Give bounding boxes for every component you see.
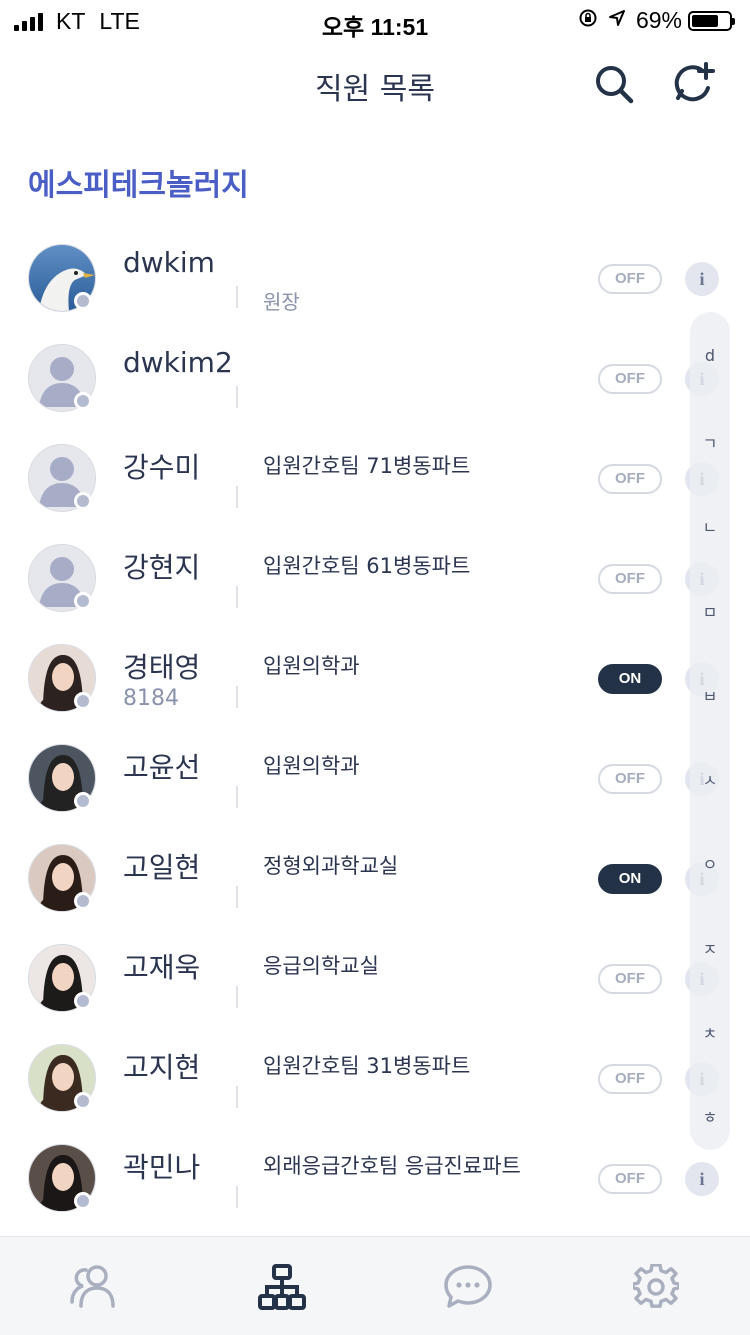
divider <box>236 686 238 708</box>
index-letter[interactable]: ㅂ <box>690 683 730 707</box>
employee-department: 입원간호팀 61병동파트 <box>263 554 471 578</box>
status-right: 69% <box>578 7 735 34</box>
status-toggle[interactable]: OFF <box>598 1064 662 1094</box>
employee-name: 고지현 <box>123 1051 201 1084</box>
tab-organization[interactable] <box>254 1259 310 1315</box>
employee-row[interactable]: 경태영8184입원의학과ONi <box>0 628 750 728</box>
index-letter[interactable]: ㄱ <box>690 430 730 454</box>
employee-name: 고윤선 <box>123 751 201 784</box>
divider <box>236 586 238 608</box>
divider <box>236 786 238 808</box>
add-chat-icon <box>674 62 715 102</box>
index-letter[interactable]: ㄴ <box>690 514 730 538</box>
people-icon <box>70 1265 115 1308</box>
employee-row[interactable]: 고지현입원간호팀 31병동파트OFFi <box>0 1028 750 1128</box>
presence-dot <box>74 592 92 610</box>
employee-row[interactable]: 고일현정형외과학교실ONi <box>0 828 750 928</box>
search-button[interactable] <box>592 62 636 106</box>
employee-name: dwkim <box>123 246 215 279</box>
employee-department: 응급의학교실 <box>263 954 379 978</box>
organization-name: 에스피테크놀러지 <box>28 168 249 203</box>
employee-name: 경태영 <box>123 651 201 684</box>
status-toggle[interactable]: OFF <box>598 1164 662 1194</box>
tab-bar <box>0 1236 750 1335</box>
index-letter[interactable]: ㅎ <box>690 1104 730 1128</box>
status-toggle[interactable]: OFF <box>598 564 662 594</box>
employee-department: 정형외과학교실 <box>263 854 399 878</box>
presence-dot <box>74 492 92 510</box>
search-icon <box>596 66 634 104</box>
employee-name: 강현지 <box>123 551 201 584</box>
divider <box>236 886 238 908</box>
tab-settings[interactable] <box>628 1259 684 1315</box>
index-bar[interactable]: d ㄱㄴㅁㅂㅅㅇㅈㅊㅎ <box>690 312 730 1150</box>
new-chat-button[interactable] <box>672 62 716 106</box>
employee-name: 곽민나 <box>123 1151 201 1184</box>
rotation-lock-icon <box>578 8 598 34</box>
status-toggle[interactable]: OFF <box>598 764 662 794</box>
employee-department: 외래응급간호팀 응급진료파트 <box>263 1154 521 1178</box>
status-toggle[interactable]: OFF <box>598 364 662 394</box>
info-button[interactable]: i <box>685 262 719 296</box>
battery-percent: 69% <box>635 7 682 33</box>
org-chart-icon <box>258 1264 306 1310</box>
index-letter[interactable]: ㅅ <box>690 767 730 791</box>
employee-row[interactable]: 강현지입원간호팀 61병동파트OFFi <box>0 528 750 628</box>
employee-name: dwkim2 <box>123 346 233 379</box>
battery-icon <box>688 10 735 31</box>
employee-name: 고일현 <box>123 851 201 884</box>
employee-row[interactable]: 고재욱응급의학교실OFFi <box>0 928 750 1028</box>
employee-row[interactable]: 고윤선입원의학과OFFi <box>0 728 750 828</box>
page-title: 직원 목록 <box>315 72 435 107</box>
employee-row[interactable]: dwkim2OFFi <box>0 328 750 428</box>
employee-department: 입원간호팀 31병동파트 <box>263 1054 471 1078</box>
tab-people[interactable] <box>66 1259 122 1315</box>
divider <box>236 386 238 408</box>
presence-dot <box>74 892 92 910</box>
presence-dot <box>74 992 92 1010</box>
presence-dot <box>74 292 92 310</box>
chat-icon <box>444 1265 492 1308</box>
divider <box>236 1086 238 1108</box>
employee-department: 입원의학과 <box>263 654 360 678</box>
divider <box>236 286 238 308</box>
index-letter[interactable]: ㅊ <box>690 1020 730 1044</box>
info-button[interactable]: i <box>685 1162 719 1196</box>
index-letter[interactable]: ㅇ <box>690 851 730 875</box>
employee-name: 강수미 <box>123 451 201 484</box>
gear-icon <box>633 1264 679 1308</box>
presence-dot <box>74 1192 92 1210</box>
tab-chat[interactable] <box>440 1259 496 1315</box>
employee-department: 입원의학과 <box>263 754 360 778</box>
employee-row[interactable]: dwkim 원장 OFF i <box>0 228 750 328</box>
divider <box>236 1186 238 1208</box>
status-toggle[interactable]: OFF <box>598 964 662 994</box>
status-toggle[interactable]: ON <box>598 864 662 894</box>
index-letter[interactable]: ㅁ <box>690 599 730 623</box>
status-toggle[interactable]: OFF <box>598 464 662 494</box>
presence-dot <box>74 392 92 410</box>
employee-rank: 원장 <box>263 290 300 314</box>
employee-extension: 8184 <box>123 686 179 711</box>
presence-dot <box>74 792 92 810</box>
employee-department: 입원간호팀 71병동파트 <box>263 454 471 478</box>
status-toggle[interactable]: ON <box>598 664 662 694</box>
employee-name: 고재욱 <box>123 951 201 984</box>
divider <box>236 986 238 1008</box>
status-toggle[interactable]: OFF <box>598 264 662 294</box>
status-bar: KT LTE 오후 11:51 69% <box>0 0 750 42</box>
header: 직원 목록 <box>0 42 750 128</box>
presence-dot <box>74 1092 92 1110</box>
employee-list: dwkim 원장 OFF i dwkim2 OFF i 강수미 입원간호팀 71병동파트 OFF i… <box>0 228 750 1228</box>
index-letter[interactable]: ㅈ <box>690 936 730 960</box>
employee-row[interactable]: 강수미입원간호팀 71병동파트OFFi <box>0 428 750 528</box>
divider <box>236 486 238 508</box>
presence-dot <box>74 692 92 710</box>
location-icon <box>608 9 626 33</box>
index-letter[interactable]: d <box>690 346 730 365</box>
employee-row[interactable]: 곽민나 외래응급간호팀 응급진료파트 OFF i <box>0 1128 750 1228</box>
